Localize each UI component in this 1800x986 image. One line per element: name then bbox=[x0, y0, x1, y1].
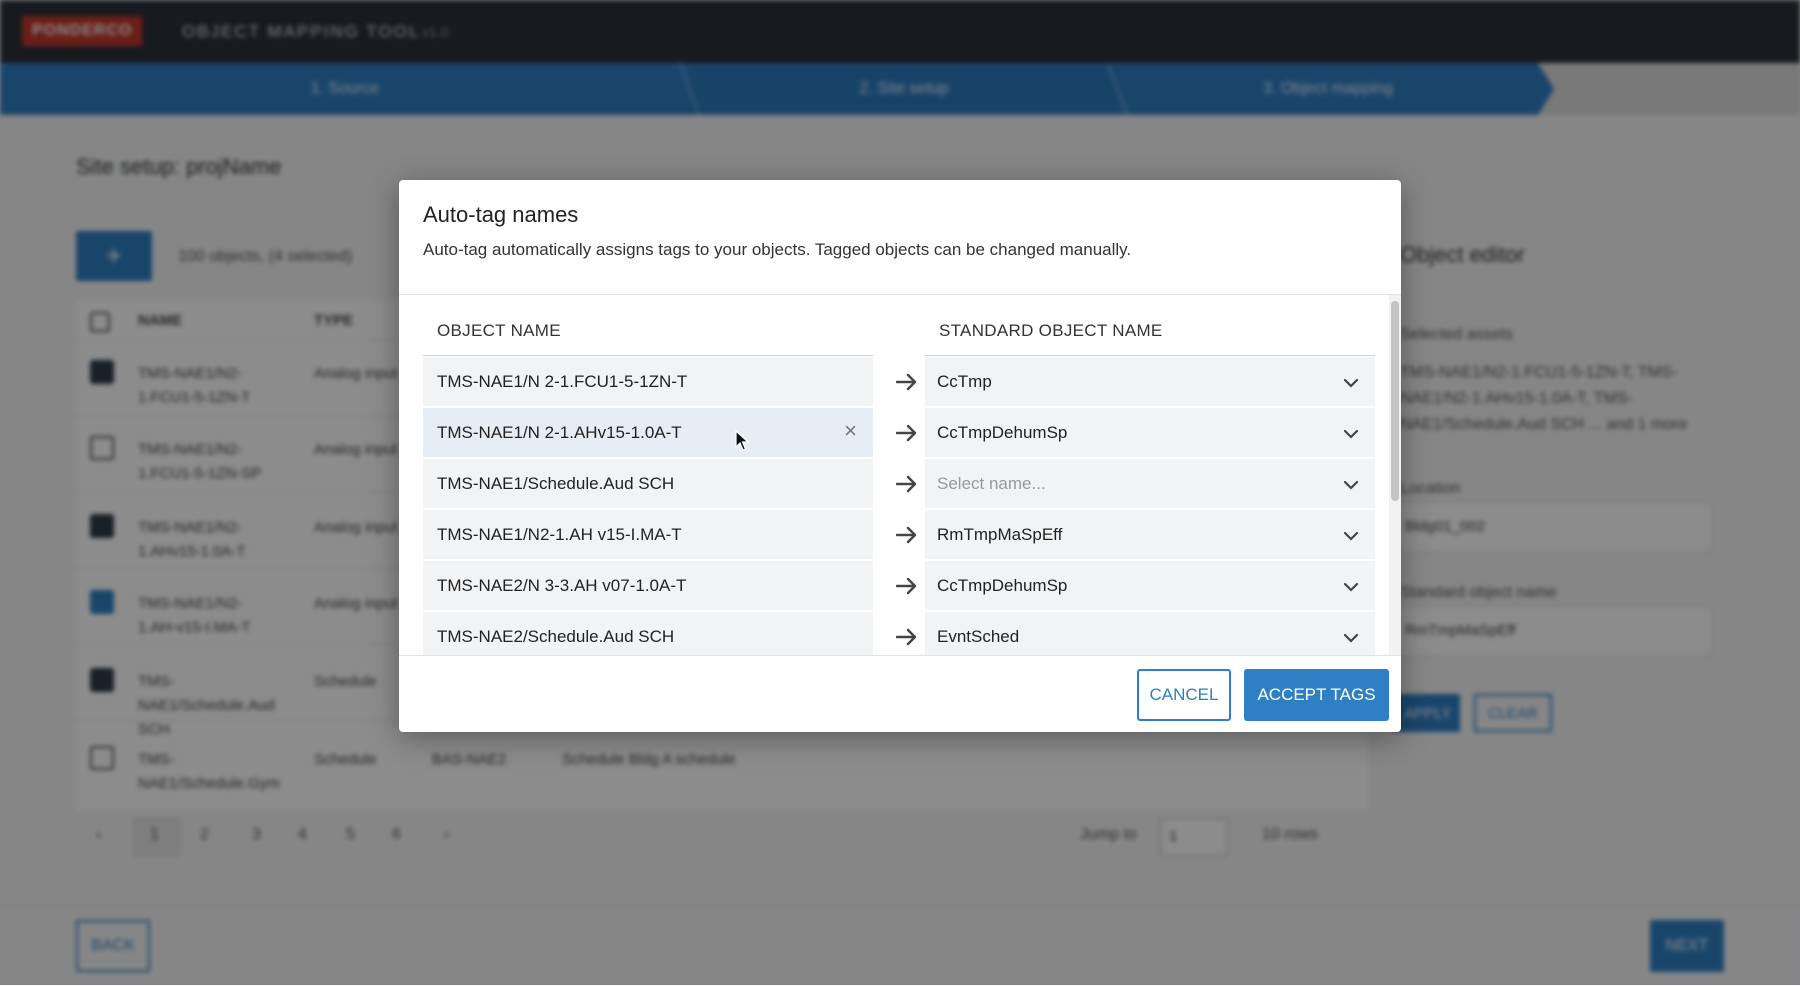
object-name: TMS-NAE1/N 2-1.AHv15-1.0A-T bbox=[437, 422, 682, 442]
standard-name-value: RmTmpMaSpEff bbox=[937, 524, 1063, 544]
chevron-down-icon bbox=[1343, 424, 1359, 444]
arrow-right-icon bbox=[887, 612, 927, 655]
arrow-right-icon bbox=[887, 459, 927, 508]
dialog-title: Auto-tag names bbox=[423, 202, 579, 227]
mouse-cursor-icon bbox=[735, 429, 750, 457]
object-name: TMS-NAE2/Schedule.Aud SCH bbox=[437, 626, 675, 646]
object-name: TMS-NAE1/N2-1.AH v15-I.MA-T bbox=[437, 524, 682, 544]
col-header-object-name: OBJECT NAME bbox=[437, 321, 561, 340]
standard-name-value: EvntSched bbox=[937, 626, 1020, 646]
object-name-field[interactable]: TMS-NAE1/N 2-1.FCU1-5-1ZN-T bbox=[423, 357, 873, 406]
chevron-down-icon bbox=[1343, 628, 1359, 648]
chevron-down-icon bbox=[1343, 373, 1359, 393]
accept-tags-button[interactable]: ACCEPT TAGS bbox=[1244, 669, 1389, 721]
arrow-right-icon bbox=[887, 510, 927, 559]
auto-tag-dialog: Auto-tag names Auto-tag automatically as… bbox=[399, 180, 1401, 732]
mapping-row: TMS-NAE2/Schedule.Aud SCH EvntSched bbox=[423, 612, 1375, 655]
cancel-button[interactable]: CANCEL bbox=[1137, 669, 1231, 721]
mapping-list[interactable]: OBJECT NAME STANDARD OBJECT NAME TMS-NAE… bbox=[399, 294, 1401, 656]
object-name: TMS-NAE1/N 2-1.FCU1-5-1ZN-T bbox=[437, 371, 688, 391]
header-divider bbox=[423, 355, 873, 356]
standard-name-value: CcTmp bbox=[937, 371, 992, 391]
arrow-right-icon bbox=[887, 561, 927, 610]
object-name: TMS-NAE2/N 3-3.AH v07-1.0A-T bbox=[437, 575, 687, 595]
object-name-field[interactable]: TMS-NAE2/N 3-3.AH v07-1.0A-T bbox=[423, 561, 873, 610]
standard-name-placeholder: Select name... bbox=[937, 473, 1046, 493]
col-header-standard-name: STANDARD OBJECT NAME bbox=[939, 321, 1163, 340]
standard-name-select[interactable]: CcTmpDehumSp bbox=[925, 408, 1375, 457]
standard-name-value: CcTmpDehumSp bbox=[937, 422, 1068, 442]
standard-name-select[interactable]: Select name... bbox=[925, 459, 1375, 508]
mapping-row: TMS-NAE1/N 2-1.FCU1-5-1ZN-T CcTmp bbox=[423, 357, 1375, 406]
header-divider bbox=[925, 355, 1375, 356]
object-name-field[interactable]: TMS-NAE1/N 2-1.AHv15-1.0A-T × bbox=[423, 408, 873, 457]
arrow-right-icon bbox=[887, 408, 927, 457]
standard-name-select[interactable]: EvntSched bbox=[925, 612, 1375, 655]
chevron-down-icon bbox=[1343, 577, 1359, 597]
chevron-down-icon bbox=[1343, 475, 1359, 495]
clear-icon[interactable]: × bbox=[844, 420, 857, 442]
object-name: TMS-NAE1/Schedule.Aud SCH bbox=[437, 473, 675, 493]
standard-name-select[interactable]: CcTmpDehumSp bbox=[925, 561, 1375, 610]
list-scrollbar[interactable] bbox=[1389, 295, 1401, 655]
object-name-field[interactable]: TMS-NAE1/Schedule.Aud SCH bbox=[423, 459, 873, 508]
standard-name-value: CcTmpDehumSp bbox=[937, 575, 1068, 595]
mapping-row: TMS-NAE1/N2-1.AH v15-I.MA-T RmTmpMaSpEff bbox=[423, 510, 1375, 559]
standard-name-select[interactable]: RmTmpMaSpEff bbox=[925, 510, 1375, 559]
standard-name-select[interactable]: CcTmp bbox=[925, 357, 1375, 406]
object-name-field[interactable]: TMS-NAE2/Schedule.Aud SCH bbox=[423, 612, 873, 655]
chevron-down-icon bbox=[1343, 526, 1359, 546]
dialog-description: Auto-tag automatically assigns tags to y… bbox=[423, 240, 1132, 259]
arrow-right-icon bbox=[887, 357, 927, 406]
mapping-row: TMS-NAE1/N 2-1.AHv15-1.0A-T × CcTmpDehum… bbox=[423, 408, 1375, 457]
mapping-row: TMS-NAE2/N 3-3.AH v07-1.0A-T CcTmpDehumS… bbox=[423, 561, 1375, 610]
mapping-row: TMS-NAE1/Schedule.Aud SCH Select name... bbox=[423, 459, 1375, 508]
scrollbar-thumb[interactable] bbox=[1391, 301, 1399, 501]
object-name-field[interactable]: TMS-NAE1/N2-1.AH v15-I.MA-T bbox=[423, 510, 873, 559]
